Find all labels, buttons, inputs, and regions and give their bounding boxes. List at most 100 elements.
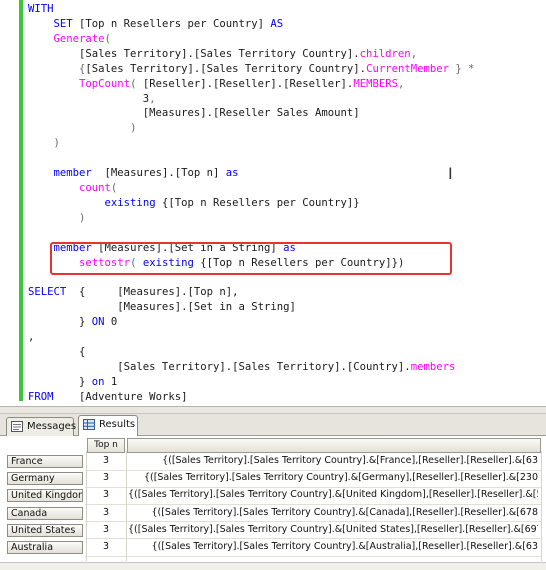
code-line: [Sales Territory].[Sales Territory].[Cou… (28, 360, 455, 375)
results-tab-bar: Messages Results (0, 414, 546, 437)
row-header[interactable]: France (7, 455, 83, 468)
cell-top-n[interactable]: 3 (90, 506, 122, 520)
code-token: MEMBERS (353, 77, 398, 90)
code-token: [Measures].[Reseller Sales Amount] (28, 107, 360, 120)
code-token: } (28, 376, 92, 388)
code-line: [Measures].[Reseller Sales Amount] (28, 106, 360, 121)
code-token: ) (79, 211, 86, 224)
code-token: { (28, 346, 86, 359)
code-token: , (397, 77, 405, 90)
cell-top-n[interactable]: 3 (90, 471, 122, 485)
code-line: 3, (28, 92, 156, 107)
code-token: { [Measures].[Top n], (66, 286, 239, 299)
code-token: count (79, 182, 111, 195)
code-token: as (225, 167, 239, 180)
code-token: members (410, 361, 456, 374)
column-header-top-n[interactable]: Top n (87, 438, 125, 453)
highlight-annotation-box (50, 242, 452, 275)
code-token: children (359, 47, 411, 60)
text-cursor-icon: I (448, 164, 453, 183)
code-line: count( (28, 181, 117, 196)
code-token: member (53, 167, 92, 180)
column-divider (541, 451, 542, 561)
pane-splitter[interactable] (0, 406, 546, 414)
code-token: ) (53, 137, 60, 150)
code-token: , (149, 92, 156, 105)
cell-top-n[interactable]: 3 (90, 523, 122, 537)
tab-messages[interactable]: Messages (6, 417, 77, 436)
code-token: TopCount (79, 77, 131, 90)
code-token: 3 (28, 92, 150, 105)
tab-results-label: Results (99, 419, 136, 430)
code-line: ) (28, 211, 85, 226)
code-token: [Reseller].[Reseller].[Reseller]. (142, 77, 354, 90)
code-token: ( (104, 32, 111, 45)
code-token: Generate (53, 32, 105, 45)
code-line: SET [Top n Resellers per Country] AS (28, 17, 284, 32)
row-header[interactable]: Germany (7, 472, 83, 486)
code-token: [Sales Territory].[Sales Territory].[Cou… (28, 361, 411, 374)
results-grid-icon (83, 419, 95, 430)
row-header[interactable]: Canada (7, 506, 83, 520)
cell-top-n[interactable]: 3 (90, 454, 122, 468)
change-indicator-bar (19, 0, 23, 401)
code-token: ( (110, 182, 118, 195)
code-line: [Sales Territory].[Sales Territory Count… (28, 47, 417, 62)
code-token: [Measures].[Top n] (91, 167, 226, 180)
tab-messages-label: Messages (27, 421, 77, 432)
code-line: } ON 0 (28, 315, 117, 330)
cell-set-in-a-string[interactable]: {([Sales Territory].[Sales Territory Cou… (128, 488, 538, 502)
code-line: Generate( (28, 32, 111, 47)
code-line: ) (28, 121, 136, 136)
code-token: WITH (28, 3, 54, 15)
code-token: } (28, 316, 92, 329)
code-line: WITH (28, 2, 54, 17)
code-line: FROM [Adventure Works] (28, 390, 187, 405)
code-token: on (91, 376, 105, 388)
code-token: [Measures].[Set in a String] (28, 301, 296, 314)
code-line: } on 1 (28, 375, 117, 390)
cell-set-in-a-string[interactable]: {([Sales Territory].[Sales Territory Cou… (128, 454, 538, 468)
code-token: CurrentMember (366, 62, 449, 75)
code-token: FROM (28, 390, 54, 403)
tab-results[interactable]: Results (78, 415, 138, 437)
column-header-set-in-a-string[interactable] (127, 438, 541, 453)
code-token: AS (270, 17, 284, 30)
status-strip (0, 562, 546, 570)
code-token: SELECT (28, 286, 67, 299)
row-header[interactable]: Australia (7, 541, 83, 554)
code-line: { (28, 345, 85, 360)
row-header[interactable]: United Kingdom (7, 489, 83, 503)
code-area[interactable]: WITH SET [Top n Resellers per Country] A… (28, 0, 543, 403)
cell-set-in-a-string[interactable]: {([Sales Territory].[Sales Territory Cou… (128, 506, 538, 520)
cell-top-n[interactable]: 3 (90, 540, 122, 554)
code-token: , (410, 47, 418, 60)
code-token: [Top n Resellers per Country] (72, 17, 271, 30)
code-line: SELECT { [Measures].[Top n], (28, 285, 239, 300)
code-line: , (28, 330, 34, 345)
code-line: ) (28, 136, 60, 151)
cell-set-in-a-string[interactable]: {([Sales Territory].[Sales Territory Cou… (128, 540, 538, 554)
cell-set-in-a-string[interactable]: {([Sales Territory].[Sales Territory Cou… (128, 523, 538, 537)
cell-set-in-a-string[interactable]: {([Sales Territory].[Sales Territory Cou… (128, 471, 538, 485)
cell-top-n[interactable]: 3 (90, 488, 122, 502)
query-editor[interactable]: WITH SET [Top n Resellers per Country] A… (0, 0, 546, 406)
code-line: TopCount( [Reseller].[Reseller].[Reselle… (28, 77, 404, 92)
code-token: , (28, 331, 35, 344)
messages-tab-icon (11, 421, 23, 432)
code-line: member [Measures].[Top n] as (28, 166, 239, 181)
row-header[interactable]: United States (7, 523, 83, 537)
code-token: [Sales Territory].[Sales Territory Count… (85, 62, 367, 75)
code-token: ( (130, 77, 143, 90)
code-token: SET (53, 17, 73, 30)
code-token: ) (130, 122, 137, 135)
code-token: ON (91, 316, 105, 329)
